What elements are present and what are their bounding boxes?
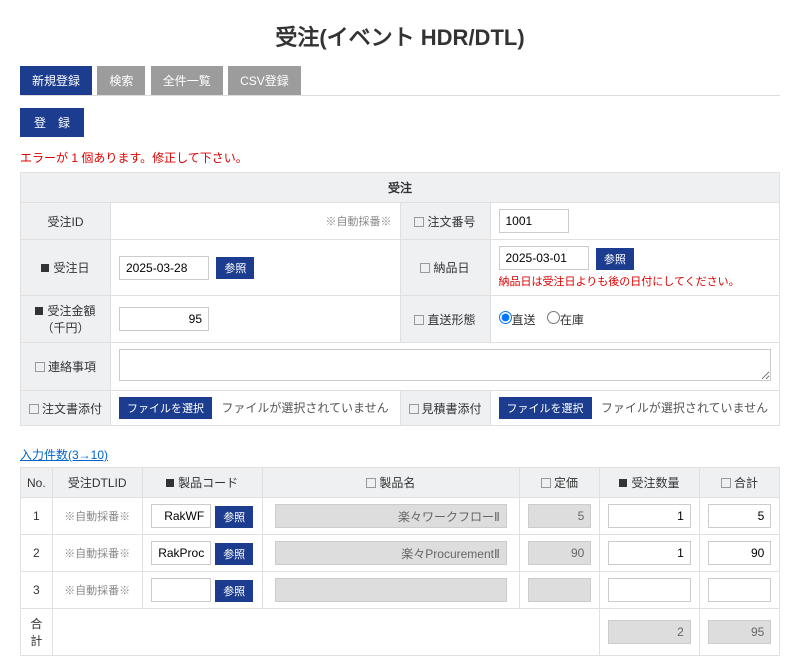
- tab-new[interactable]: 新規登録: [20, 66, 92, 95]
- error-summary: エラーが 1 個あります。修正して下さい。: [20, 149, 780, 166]
- quote-file-button[interactable]: ファイルを選択: [499, 397, 592, 419]
- label-memo: 連絡事項: [21, 343, 111, 391]
- form-caption: 受注: [21, 173, 780, 203]
- code-ref-button[interactable]: 参照: [215, 543, 253, 565]
- tab-csv[interactable]: CSV登録: [228, 66, 301, 95]
- price-input: [528, 541, 592, 565]
- ship-stock-label[interactable]: 在庫: [547, 313, 584, 327]
- order-form-table: 受注 受注ID ※自動採番※ 注文番号 受注日 参照 納品日 参照 納品日は受注…: [20, 172, 780, 426]
- due-date-error: 納品日は受注日よりも後の日付にしてください。: [499, 273, 772, 289]
- price-input: [528, 578, 592, 602]
- label-order-attach: 注文書添付: [21, 391, 111, 426]
- ship-direct-radio[interactable]: [499, 311, 512, 324]
- total-input[interactable]: [708, 504, 772, 528]
- label-ship-type: 直送形態: [400, 296, 490, 343]
- label-order-id: 受注ID: [21, 203, 111, 240]
- page-title: 受注(イベント HDR/DTL): [20, 20, 780, 52]
- label-quote-attach: 見積書添付: [400, 391, 490, 426]
- memo-textarea[interactable]: [119, 349, 771, 381]
- col-total: 合計: [700, 468, 780, 498]
- due-date-ref-button[interactable]: 参照: [596, 248, 634, 270]
- col-price: 定価: [520, 468, 600, 498]
- ship-stock-radio[interactable]: [547, 311, 560, 324]
- order-file-button[interactable]: ファイルを選択: [119, 397, 212, 419]
- col-dtlid: 受注DTLID: [52, 468, 142, 498]
- total-input[interactable]: [708, 578, 772, 602]
- amount-input[interactable]: [119, 307, 209, 331]
- footer-label: 合計: [21, 609, 53, 656]
- name-input: [275, 504, 507, 528]
- label-due-date: 納品日: [400, 240, 490, 296]
- label-order-date: 受注日: [21, 240, 111, 296]
- cell-no: 3: [21, 572, 53, 609]
- quote-file-status: ファイルが選択されていません: [601, 401, 768, 415]
- table-row: 3※自動採番※ 参照: [21, 572, 780, 609]
- table-row: 1※自動採番※ 参照: [21, 498, 780, 535]
- code-input[interactable]: [151, 541, 211, 565]
- tab-search[interactable]: 検索: [97, 66, 145, 95]
- ship-direct-label[interactable]: 直送: [499, 313, 536, 327]
- footer-total: [708, 620, 772, 644]
- tab-bar: 新規登録 検索 全件一覧 CSV登録: [20, 66, 780, 96]
- cell-dtlid: ※自動採番※: [52, 572, 142, 609]
- order-file-status: ファイルが選択されていません: [221, 401, 388, 415]
- label-order-no: 注文番号: [400, 203, 490, 240]
- code-input[interactable]: [151, 504, 211, 528]
- qty-input[interactable]: [608, 504, 691, 528]
- auto-num-note: ※自動採番※: [326, 216, 392, 228]
- code-ref-button[interactable]: 参照: [215, 506, 253, 528]
- register-button[interactable]: 登 録: [20, 108, 84, 137]
- order-date-input[interactable]: [119, 256, 209, 280]
- detail-table: No. 受注DTLID 製品コード 製品名 定価 受注数量 合計 1※自動採番※…: [20, 467, 780, 656]
- cell-dtlid: ※自動採番※: [52, 535, 142, 572]
- cell-no: 1: [21, 498, 53, 535]
- price-input: [528, 504, 592, 528]
- qty-input[interactable]: [608, 578, 691, 602]
- code-input[interactable]: [151, 578, 211, 602]
- cell-dtlid: ※自動採番※: [52, 498, 142, 535]
- order-date-ref-button[interactable]: 参照: [216, 257, 254, 279]
- col-no: No.: [21, 468, 53, 498]
- cell-no: 2: [21, 535, 53, 572]
- row-count-link[interactable]: 入力件数(3→10): [20, 446, 108, 463]
- order-no-input[interactable]: [499, 209, 569, 233]
- name-input: [275, 541, 507, 565]
- name-input: [275, 578, 507, 602]
- due-date-input[interactable]: [499, 246, 589, 270]
- code-ref-button[interactable]: 参照: [215, 580, 253, 602]
- total-input[interactable]: [708, 541, 772, 565]
- label-amount: 受注金額（千円）: [21, 296, 111, 343]
- col-code: 製品コード: [142, 468, 262, 498]
- table-row: 2※自動採番※ 参照: [21, 535, 780, 572]
- qty-input[interactable]: [608, 541, 691, 565]
- col-qty: 受注数量: [600, 468, 700, 498]
- footer-qty: [608, 620, 691, 644]
- col-name: 製品名: [262, 468, 519, 498]
- tab-all[interactable]: 全件一覧: [151, 66, 223, 95]
